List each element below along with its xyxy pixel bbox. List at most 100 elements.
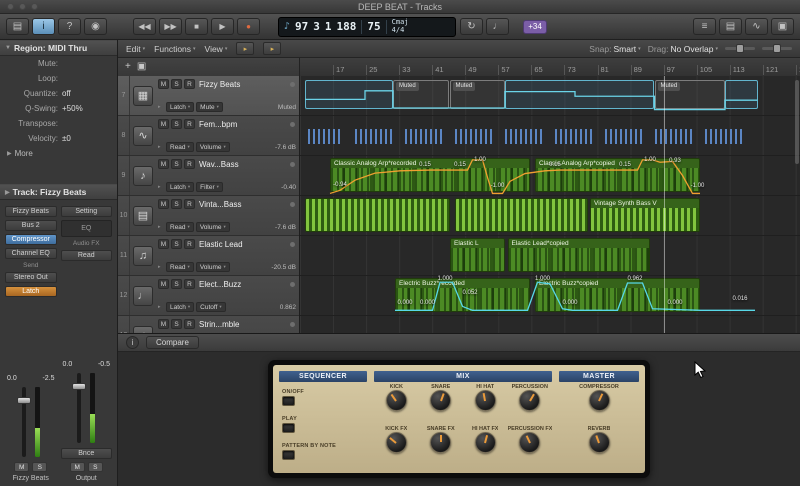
audio-waveform-ticks[interactable] bbox=[605, 129, 645, 144]
region-parameter[interactable]: Mute: bbox=[0, 56, 117, 71]
fader-cap[interactable] bbox=[16, 397, 31, 404]
record-enable-button[interactable]: R bbox=[184, 319, 195, 329]
vertical-scrollbar[interactable] bbox=[795, 80, 799, 164]
automation-mode-dropdown[interactable]: Latch ▾ bbox=[166, 182, 195, 192]
region-parameter[interactable]: Velocity: ±0 bbox=[0, 131, 117, 146]
stop-button[interactable]: ■ bbox=[185, 18, 208, 35]
automation-mode-dropdown[interactable]: Latch ▾ bbox=[166, 302, 195, 312]
record-enable-button[interactable]: R bbox=[184, 159, 195, 169]
track-icon-buzz-synth[interactable]: ♩ bbox=[130, 276, 156, 315]
solo-button[interactable]: S bbox=[87, 462, 103, 472]
track-name-button[interactable]: Fizzy Beats bbox=[5, 206, 57, 217]
track-name[interactable]: Elect...Buzz bbox=[199, 280, 288, 289]
midi-region[interactable] bbox=[455, 198, 588, 232]
track-name[interactable]: Vinta...Bass bbox=[199, 200, 288, 209]
region-more-toggle[interactable]: ▶ More bbox=[0, 146, 117, 160]
bounce-button[interactable]: Bnce bbox=[60, 448, 112, 459]
record-enable-button[interactable]: R bbox=[184, 279, 195, 289]
automation-param-dropdown[interactable]: Mute ▾ bbox=[196, 102, 223, 112]
varispeed-badge[interactable]: +34 bbox=[523, 19, 547, 34]
view-menu[interactable]: View ▾ bbox=[205, 44, 228, 54]
automation-disclosure[interactable]: ▸ bbox=[158, 224, 164, 230]
record-enable-button[interactable]: R bbox=[184, 239, 195, 249]
automation-param-dropdown[interactable]: Volume ▾ bbox=[195, 262, 230, 272]
automation-curve[interactable] bbox=[300, 76, 800, 115]
mute-button[interactable]: M bbox=[158, 279, 169, 289]
automation-disclosure[interactable]: ▸ bbox=[158, 304, 164, 310]
midi-region[interactable]: Vintage Synth Bass V bbox=[590, 198, 700, 232]
midi-region[interactable]: Elastic Lead*copied bbox=[507, 238, 650, 272]
vertical-zoom-slider[interactable] bbox=[762, 44, 792, 53]
volume-value[interactable]: -0.5 bbox=[98, 361, 110, 368]
send-slot-bus[interactable]: Bus 2 bbox=[5, 220, 57, 231]
zoom-window-button[interactable] bbox=[31, 3, 38, 10]
new-track-stack-button[interactable]: ▣ bbox=[137, 62, 146, 72]
percussion-fx-knob[interactable] bbox=[519, 432, 541, 453]
automation-mode-button-latch[interactable]: Latch bbox=[5, 286, 57, 297]
play-button[interactable] bbox=[282, 423, 295, 433]
mute-button[interactable]: M bbox=[158, 319, 169, 329]
track-header[interactable]: 10 ▤ M S R Vinta...Bass ▸ Read ▾ Volume ▾ -7.6 dB bbox=[118, 196, 299, 236]
edit-menu[interactable]: Edit ▾ bbox=[126, 44, 145, 54]
record-enable-button[interactable]: R bbox=[184, 119, 195, 129]
kick-fx-knob[interactable] bbox=[385, 432, 407, 453]
metronome-icon[interactable]: ♩ bbox=[486, 18, 509, 35]
rewind-button[interactable]: ◀◀ bbox=[133, 18, 156, 35]
track-on-off-dot[interactable] bbox=[290, 281, 295, 287]
mute-button[interactable]: M bbox=[69, 462, 85, 472]
play-button[interactable]: ▶ bbox=[211, 18, 234, 35]
track-on-off-dot[interactable] bbox=[290, 321, 295, 327]
automation-param-dropdown[interactable]: Cutoff ▾ bbox=[196, 302, 226, 312]
hi-hat-knob[interactable] bbox=[474, 390, 496, 411]
on-off-button[interactable] bbox=[282, 396, 295, 406]
smart-controls-icon[interactable]: ◉ bbox=[84, 18, 107, 35]
lcd-time-signature[interactable]: 4/4 bbox=[392, 27, 409, 34]
apple-loops-icon[interactable]: ∿ bbox=[745, 18, 768, 35]
solo-button[interactable]: S bbox=[171, 239, 182, 249]
audio-waveform-ticks[interactable] bbox=[405, 129, 445, 144]
track-on-off-dot[interactable] bbox=[290, 241, 295, 247]
mute-button[interactable]: M bbox=[158, 119, 169, 129]
library-icon[interactable]: ▤ bbox=[6, 18, 29, 35]
automation-param-dropdown[interactable]: Volume ▾ bbox=[195, 222, 230, 232]
audio-waveform-ticks[interactable] bbox=[705, 129, 745, 144]
command-tool-dropdown[interactable]: ▸ bbox=[263, 42, 282, 55]
setting-button[interactable]: Setting bbox=[60, 206, 112, 217]
track-name[interactable]: Wav...Bass bbox=[199, 160, 288, 169]
fx-slot-compressor[interactable]: Compressor bbox=[5, 234, 57, 245]
track-header[interactable]: 7 ▦ M S R Fizzy Beats ▸ Latch ▾ Mute ▾ Muted bbox=[118, 76, 299, 116]
track-header[interactable]: 12 ♩ M S R Elect...Buzz ▸ Latch ▾ Cutoff ▾ 0.862 bbox=[118, 276, 299, 316]
track-on-off-dot[interactable] bbox=[290, 161, 295, 167]
inspector-icon[interactable]: i bbox=[32, 18, 55, 35]
volume-fader[interactable] bbox=[72, 373, 87, 443]
functions-menu[interactable]: Functions ▾ bbox=[154, 44, 195, 54]
info-icon[interactable]: i bbox=[126, 336, 139, 349]
lcd-tempo[interactable]: 75 bbox=[367, 20, 380, 33]
mute-button[interactable]: M bbox=[14, 462, 30, 472]
hi-hat-fx-knob[interactable] bbox=[474, 432, 496, 453]
automation-mode-dropdown[interactable]: Read ▾ bbox=[166, 262, 194, 272]
automation-mode-dropdown[interactable]: Read ▾ bbox=[166, 142, 194, 152]
track-header[interactable]: 8 ∿ M S R Fem...bpm ▸ Read ▾ Volume ▾ -7.6 dB bbox=[118, 116, 299, 156]
forward-button[interactable]: ▶▶ bbox=[159, 18, 182, 35]
audio-waveform-ticks[interactable] bbox=[655, 129, 695, 144]
lcd-bar[interactable]: 97 bbox=[295, 20, 308, 33]
track-name[interactable]: Strin...mble bbox=[199, 320, 288, 329]
horizontal-zoom-slider[interactable] bbox=[725, 44, 755, 53]
lcd-key-signature[interactable]: Cmaj bbox=[392, 19, 409, 26]
track-icon-drum-machine[interactable]: ▦ bbox=[130, 76, 156, 115]
lcd-tick[interactable]: 188 bbox=[337, 20, 357, 33]
track-on-off-dot[interactable] bbox=[290, 121, 295, 127]
lcd-division[interactable]: 1 bbox=[325, 20, 332, 33]
track-icon-bass-synth[interactable]: ♪ bbox=[130, 156, 156, 195]
kick-knob[interactable] bbox=[385, 390, 407, 411]
solo-button[interactable]: S bbox=[171, 119, 182, 129]
add-track-button[interactable]: + bbox=[125, 62, 131, 72]
automation-disclosure[interactable]: ▸ bbox=[158, 104, 164, 110]
automation-param-dropdown[interactable]: Volume ▾ bbox=[195, 142, 230, 152]
pan-value[interactable]: 0.0 bbox=[63, 361, 73, 368]
playhead[interactable] bbox=[663, 76, 665, 333]
midi-region[interactable] bbox=[305, 198, 450, 232]
audio-waveform-ticks[interactable] bbox=[555, 129, 595, 144]
track-icon-vintage-synth[interactable]: ▤ bbox=[130, 196, 156, 235]
